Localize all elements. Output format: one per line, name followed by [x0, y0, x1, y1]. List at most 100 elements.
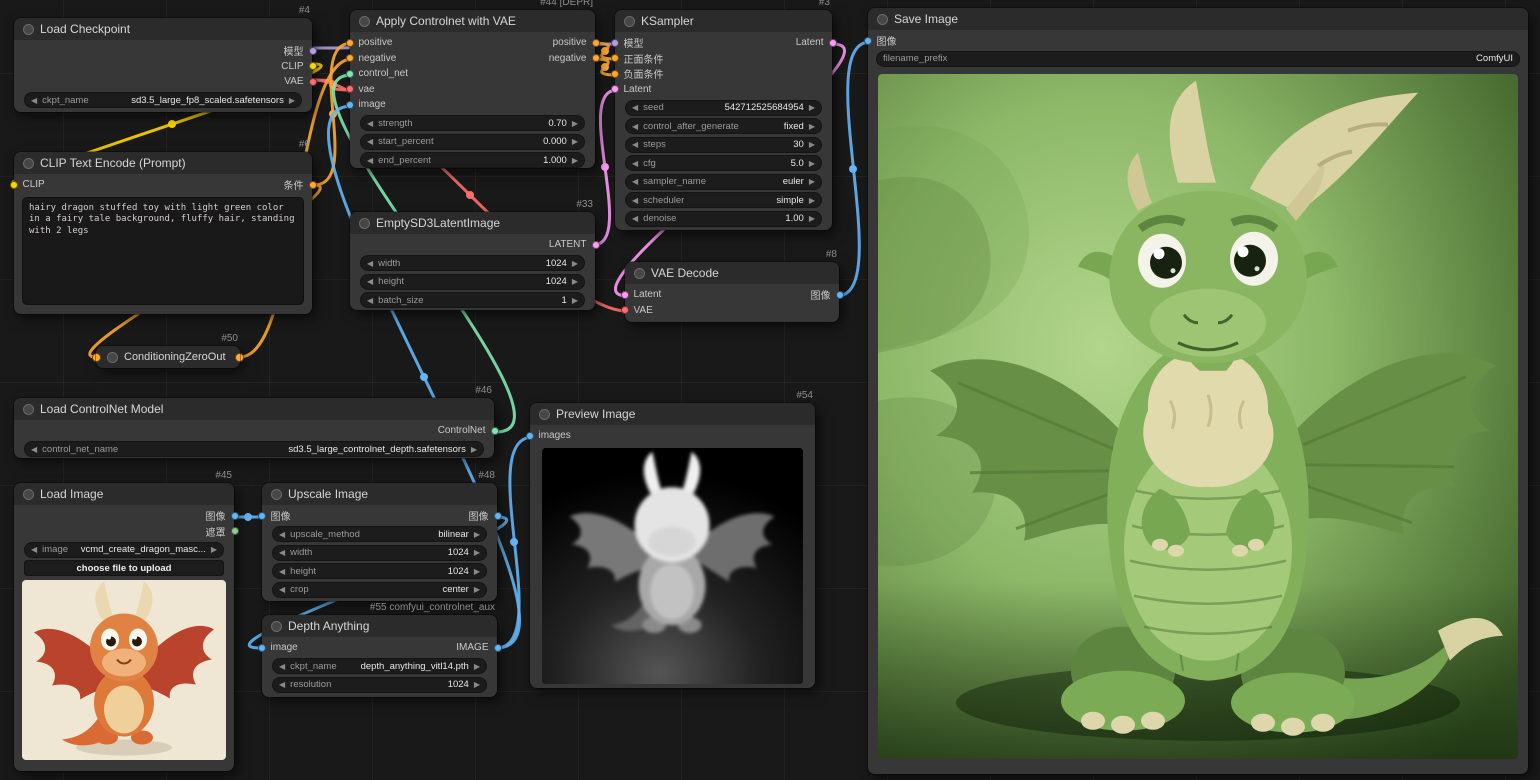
arrow-right-icon[interactable]: ▶	[809, 122, 815, 131]
node-header[interactable]: Load Image	[14, 483, 234, 505]
node-graph-canvas[interactable]: #4 Load Checkpoint 模型 CLIP VAE ◀ ckpt_na…	[0, 0, 1540, 780]
arrow-left-icon[interactable]: ◀	[367, 259, 373, 268]
conditioning-port-icon[interactable]	[309, 181, 317, 189]
node-header[interactable]: KSampler	[615, 10, 832, 32]
output-slot-image[interactable]: 图像	[469, 508, 498, 523]
node-empty-latent[interactable]: #33 EmptySD3LatentImage LATENT ◀width102…	[350, 212, 595, 310]
vae-port-icon[interactable]	[309, 78, 317, 86]
image-port-icon[interactable]	[346, 101, 354, 109]
conditioning-port-icon[interactable]	[611, 54, 619, 62]
output-slot-latent[interactable]: Latent	[796, 37, 832, 48]
arrow-left-icon[interactable]: ◀	[632, 103, 638, 112]
image-port-icon[interactable]	[258, 512, 266, 520]
arrow-right-icon[interactable]: ▶	[474, 585, 480, 594]
output-slot-mask[interactable]: 遮罩	[206, 524, 235, 539]
widget-control-after-generate[interactable]: ◀control_after_generatefixed▶	[625, 118, 822, 134]
widget-batch-size[interactable]: ◀batch_size1▶	[360, 292, 585, 308]
arrow-right-icon[interactable]: ▶	[809, 196, 815, 205]
node-ksampler[interactable]: #3 KSampler 模型 Latent 正面条件 负面条件 Latent ◀…	[615, 10, 832, 230]
input-slot-positive[interactable]: positive	[350, 37, 392, 48]
arrow-right-icon[interactable]: ▶	[211, 545, 217, 554]
upload-file-button[interactable]: choose file to upload	[24, 560, 224, 576]
widget-start-percent[interactable]: ◀start_percent0.000▶	[360, 134, 585, 150]
collapse-dot-icon[interactable]	[23, 158, 34, 169]
conditioning-port-icon[interactable]	[346, 54, 354, 62]
input-slot-image[interactable]: 图像	[262, 508, 291, 523]
arrow-right-icon[interactable]: ▶	[572, 156, 578, 165]
collapse-dot-icon[interactable]	[107, 352, 118, 363]
arrow-left-icon[interactable]: ◀	[367, 119, 373, 128]
collapse-dot-icon[interactable]	[23, 404, 34, 415]
arrow-left-icon[interactable]: ◀	[367, 296, 373, 305]
collapse-dot-icon[interactable]	[634, 268, 645, 279]
widget-strength[interactable]: ◀strength0.70▶	[360, 115, 585, 131]
widget-seed[interactable]: ◀seed542712525684954▶	[625, 100, 822, 116]
image-port-icon[interactable]	[494, 512, 502, 520]
prompt-textarea[interactable]: hairy dragon stuffed toy with light gree…	[22, 197, 304, 305]
widget-width[interactable]: ◀width1024▶	[360, 255, 585, 271]
arrow-left-icon[interactable]: ◀	[367, 137, 373, 146]
image-port-icon[interactable]	[258, 644, 266, 652]
arrow-left-icon[interactable]: ◀	[367, 277, 373, 286]
mask-port-icon[interactable]	[231, 527, 239, 535]
widget-crop[interactable]: ◀cropcenter▶	[272, 582, 487, 598]
widget-scheduler[interactable]: ◀schedulersimple▶	[625, 192, 822, 208]
conditioning-port-icon[interactable]	[92, 353, 101, 362]
image-port-icon[interactable]	[836, 291, 844, 299]
input-slot-model[interactable]: 模型	[615, 35, 644, 50]
arrow-left-icon[interactable]: ◀	[279, 530, 285, 539]
arrow-left-icon[interactable]: ◀	[632, 214, 638, 223]
arrow-left-icon[interactable]: ◀	[632, 159, 638, 168]
input-slot-control-net[interactable]: control_net	[350, 68, 408, 79]
node-header[interactable]: Apply Controlnet with VAE	[350, 10, 595, 32]
arrow-left-icon[interactable]: ◀	[632, 196, 638, 205]
controlnet-port-icon[interactable]	[346, 70, 354, 78]
arrow-right-icon[interactable]: ▶	[809, 177, 815, 186]
widget-ckpt-name[interactable]: ◀ ckpt_name sd3.5_large_fp8_scaled.safet…	[24, 92, 302, 108]
arrow-right-icon[interactable]: ▶	[474, 548, 480, 557]
clip-port-icon[interactable]	[10, 181, 18, 189]
image-port-icon[interactable]	[526, 432, 534, 440]
node-header[interactable]: EmptySD3LatentImage	[350, 212, 595, 234]
input-slot-latent[interactable]: Latent	[615, 84, 651, 95]
collapse-dot-icon[interactable]	[624, 16, 635, 27]
collapse-dot-icon[interactable]	[23, 24, 34, 35]
arrow-left-icon[interactable]: ◀	[279, 680, 285, 689]
arrow-left-icon[interactable]: ◀	[632, 177, 638, 186]
input-slot-negative[interactable]: 负面条件	[615, 66, 664, 81]
vae-port-icon[interactable]	[621, 306, 629, 314]
output-slot-vae[interactable]: VAE	[284, 76, 312, 87]
node-header[interactable]: CLIP Text Encode (Prompt)	[14, 152, 312, 174]
widget-filename-prefix[interactable]: filename_prefix ComfyUI	[876, 51, 1520, 67]
node-upscale-image[interactable]: #48 Upscale Image 图像 图像 ◀upscale_methodb…	[262, 483, 497, 601]
arrow-left-icon[interactable]: ◀	[279, 662, 285, 671]
node-load-controlnet[interactable]: #46 Load ControlNet Model ControlNet ◀co…	[14, 398, 494, 458]
arrow-right-icon[interactable]: ▶	[474, 567, 480, 576]
widget-steps[interactable]: ◀steps30▶	[625, 137, 822, 153]
input-slot-clip[interactable]: CLIP	[14, 179, 45, 190]
widget-image-filename[interactable]: ◀imagevcmd_create_dragon_masc...▶	[24, 542, 224, 558]
widget-cfg[interactable]: ◀cfg5.0▶	[625, 155, 822, 171]
clip-port-icon[interactable]	[309, 62, 317, 70]
output-slot-model[interactable]: 模型	[284, 43, 313, 58]
node-conditioning-zero-out[interactable]: #50 ConditioningZeroOut	[96, 346, 240, 368]
widget-denoise[interactable]: ◀denoise1.00▶	[625, 211, 822, 227]
node-header[interactable]: Save Image	[868, 8, 1528, 30]
collapse-dot-icon[interactable]	[877, 14, 888, 25]
node-header[interactable]: Load ControlNet Model	[14, 398, 494, 420]
arrow-right-icon[interactable]: ▶	[572, 296, 578, 305]
node-header[interactable]: Load Checkpoint	[14, 18, 312, 40]
arrow-right-icon[interactable]: ▶	[809, 140, 815, 149]
node-vae-decode[interactable]: #8 VAE Decode Latent 图像 VAE	[625, 262, 839, 322]
conditioning-port-icon[interactable]	[235, 353, 244, 362]
widget-ckpt-name[interactable]: ◀ckpt_namedepth_anything_vitl14.pth▶	[272, 658, 487, 674]
input-slot-positive[interactable]: 正面条件	[615, 51, 664, 66]
latent-port-icon[interactable]	[829, 39, 837, 47]
model-port-icon[interactable]	[611, 39, 619, 47]
arrow-right-icon[interactable]: ▶	[809, 159, 815, 168]
node-header[interactable]: VAE Decode	[625, 262, 839, 284]
vae-port-icon[interactable]	[346, 85, 354, 93]
node-header[interactable]: Preview Image	[530, 403, 815, 425]
node-header[interactable]: Upscale Image	[262, 483, 497, 505]
arrow-right-icon[interactable]: ▶	[572, 119, 578, 128]
